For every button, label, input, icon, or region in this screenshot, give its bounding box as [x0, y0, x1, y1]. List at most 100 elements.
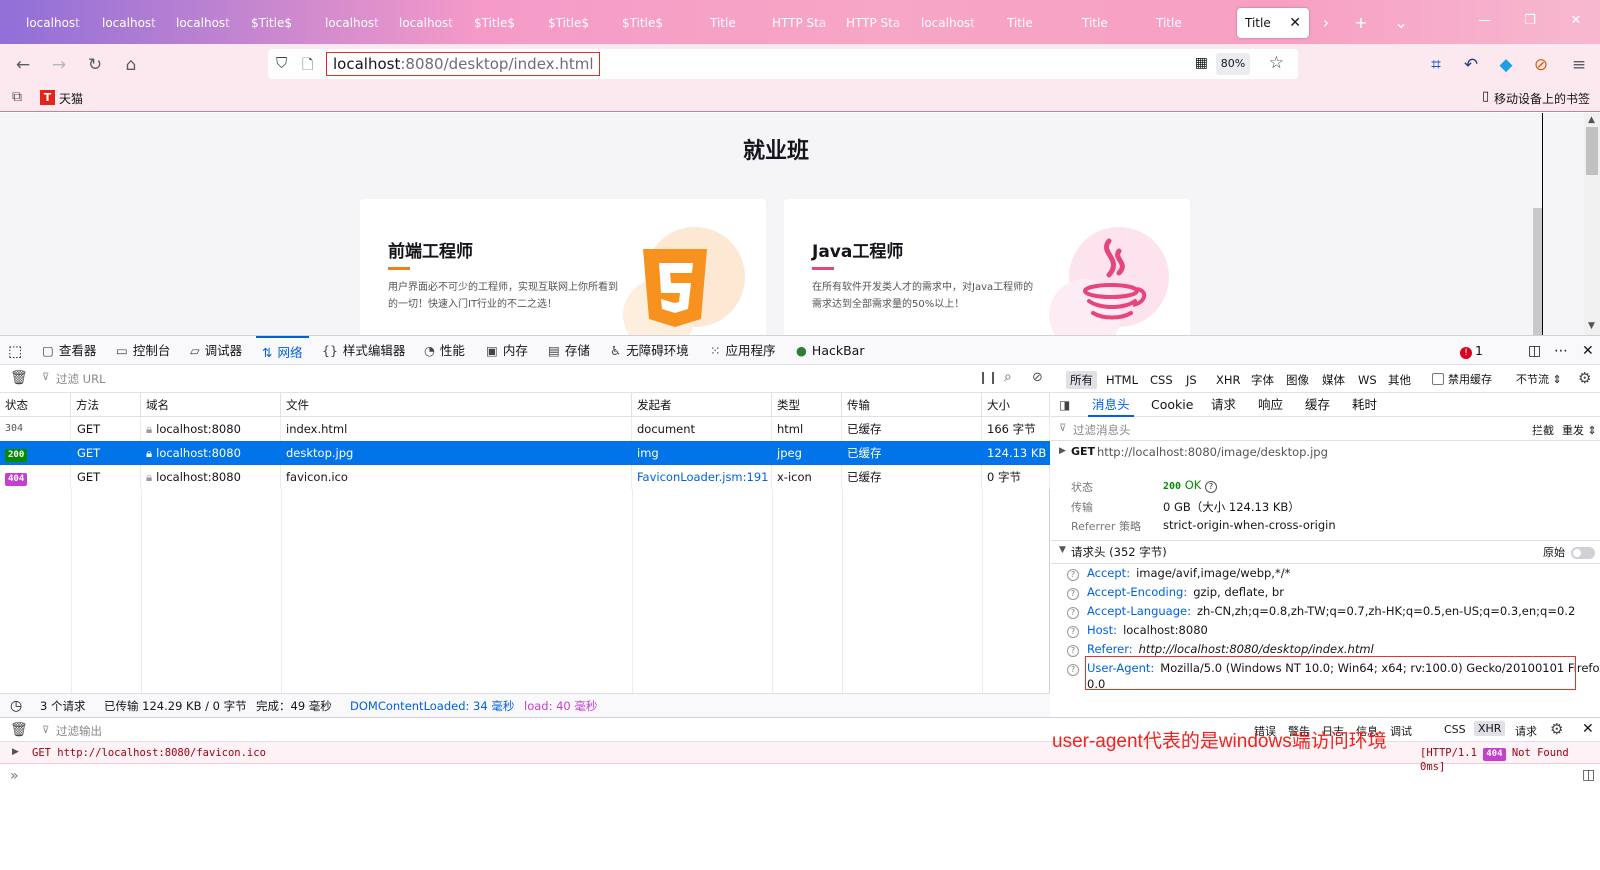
col-type[interactable]: 类型 [772, 393, 842, 417]
header-row[interactable]: ? Accept-Language: zh-CN,zh;q=0.8,zh-TW;q=… [1067, 602, 1575, 620]
col-status[interactable]: 状态 [0, 393, 71, 417]
details-tab-response[interactable]: 响应 [1258, 393, 1283, 417]
collapse-arrow-icon[interactable]: ▼ [1059, 545, 1066, 555]
table-row[interactable]: 304 GET 🔒︎ localhost:8080 index.html docu… [0, 417, 1050, 441]
extension-icon[interactable]: ◆ [1493, 52, 1519, 78]
help-icon[interactable]: ? [1067, 607, 1079, 619]
console-settings-gear-icon[interactable]: ⚙ [1550, 720, 1563, 738]
filter-html[interactable]: HTML [1102, 371, 1142, 389]
search-icon[interactable]: ⌕ [1004, 369, 1012, 385]
details-tab-cookie[interactable]: Cookie [1151, 393, 1193, 417]
devtools-tab-memory[interactable]: ▣ 内存 [486, 336, 528, 366]
filter-ws[interactable]: WS [1354, 371, 1381, 389]
new-tab-icon[interactable]: + [1348, 10, 1374, 36]
zoom-level[interactable]: 80% [1216, 53, 1250, 75]
scroll-down-icon[interactable]: ▼ [1588, 321, 1595, 331]
filter-other[interactable]: 其他 [1384, 371, 1415, 389]
url-bar[interactable]: ⛉ 🗋 localhost:8080/desktop/index.html ▦ … [268, 49, 1298, 79]
clear-console-trash-icon[interactable]: 🗑 [10, 722, 28, 738]
devtools-tab-console[interactable]: ▭ 控制台 [116, 336, 170, 366]
scroll-thumb[interactable] [1586, 127, 1598, 175]
split-console-icon[interactable]: ◫ [1582, 767, 1595, 783]
help-icon[interactable]: ? [1067, 626, 1079, 638]
qr-code-icon[interactable]: ▦ [1195, 55, 1208, 71]
details-tab-request[interactable]: 请求 [1211, 393, 1236, 417]
dock-side-icon[interactable]: ◫ [1528, 336, 1541, 366]
console-prompt-icon[interactable]: » [10, 768, 19, 784]
course-card-java[interactable]: Java工程师 在所有软件开发类人才的需求中，对Java工程师的需求达到全部需求… [784, 199, 1190, 335]
help-icon[interactable]: ? [1067, 664, 1079, 676]
scroll-up-icon[interactable]: ▲ [1588, 115, 1595, 125]
cat-requests[interactable]: 请求 [1515, 723, 1537, 739]
browser-tab[interactable]: localhost [14, 8, 88, 38]
blocker-extension-icon[interactable]: ⊘ [1528, 52, 1554, 78]
block-icon[interactable]: ⊘ [1032, 370, 1043, 385]
devtools-tab-network[interactable]: ⇅ 网络 [256, 336, 309, 366]
url-text[interactable]: localhost:8080/desktop/index.html [326, 52, 601, 76]
raw-toggle[interactable] [1571, 547, 1595, 559]
col-method[interactable]: 方法 [71, 393, 141, 417]
clear-trash-icon[interactable]: 🗑 [10, 370, 28, 386]
reload-icon[interactable]: ↻ [82, 52, 108, 78]
header-row[interactable]: ? Host: localhost:8080 [1067, 621, 1208, 639]
toggle-panel-icon[interactable]: ◨ [1059, 393, 1070, 417]
close-tab-icon[interactable]: ✕ [1289, 8, 1301, 38]
undo-extension-icon[interactable]: ↶ [1458, 52, 1484, 78]
table-row[interactable]: 404 GET 🔒︎ localhost:8080 favicon.ico Fav… [0, 465, 1050, 489]
pause-icon[interactable]: ❙❙ [978, 370, 998, 384]
devtools-tab-inspector[interactable]: ▢ 查看器 [42, 336, 96, 366]
header-row[interactable]: ? Accept: image/avif,image/webp,*/* [1067, 564, 1290, 582]
cat-css[interactable]: CSS [1444, 723, 1466, 736]
close-console-icon[interactable]: ✕ [1582, 721, 1594, 737]
shield-icon[interactable]: ⛉ [276, 54, 287, 72]
forward-icon[interactable]: → [46, 52, 72, 78]
filter-headers-input[interactable]: 过滤消息头 [1073, 422, 1131, 438]
devtools-tab-performance[interactable]: ◔ 性能 [424, 336, 465, 366]
bookmark-tmall[interactable]: 天猫 [59, 90, 83, 107]
col-file[interactable]: 文件 [281, 393, 632, 417]
cell-initiator-link[interactable]: FaviconLoader.jsm:191 ... [632, 465, 772, 489]
element-picker-icon[interactable]: ⬚ [8, 336, 22, 366]
resend-button[interactable]: 重发 ⇕ [1562, 422, 1597, 438]
close-devtools-icon[interactable]: ✕ [1582, 336, 1594, 366]
page-scrollbar[interactable]: ▲ ▼ [1584, 113, 1600, 335]
network-settings-gear-icon[interactable]: ⚙ [1578, 369, 1591, 387]
col-initiator[interactable]: 发起者 [632, 393, 772, 417]
browser-tab[interactable]: HTTP Sta [834, 8, 908, 38]
filter-xhr[interactable]: XHR [1212, 371, 1245, 389]
browser-tab[interactable]: $Title$ [462, 8, 536, 38]
details-tab-timings[interactable]: 耗时 [1352, 393, 1377, 417]
list-tabs-icon[interactable]: ⌄ [1388, 10, 1414, 36]
filter-css[interactable]: CSS [1146, 371, 1177, 389]
devtools-tab-application[interactable]: ⁙ 应用程序 [710, 336, 776, 366]
col-size[interactable]: 大小 [982, 393, 1050, 417]
bookmark-star-icon[interactable]: ☆ [1269, 53, 1284, 73]
devtools-tab-style-editor[interactable]: {} 样式编辑器 [322, 336, 405, 366]
devtools-tab-accessibility[interactable]: ♿ 无障碍环境 [610, 336, 689, 366]
browser-tab[interactable]: localhost [313, 8, 387, 38]
mobile-bookmarks-folder[interactable]: 移动设备上的书签 [1494, 90, 1590, 107]
back-icon[interactable]: ← [10, 52, 36, 78]
block-button[interactable]: 拦截 [1532, 422, 1554, 438]
close-window-icon[interactable]: ✕ [1556, 8, 1596, 34]
browser-tab[interactable]: HTTP Sta [760, 8, 834, 38]
filter-url-input[interactable]: 过滤 URL [56, 371, 105, 387]
expand-arrow-icon[interactable]: ▶ [1059, 446, 1066, 456]
browser-tab[interactable]: localhost [387, 8, 461, 38]
filter-js[interactable]: JS [1182, 371, 1201, 389]
details-tab-headers[interactable]: 消息头 [1088, 393, 1134, 417]
devtools-tab-debugger[interactable]: ▱ 调试器 [190, 336, 242, 366]
active-tab[interactable]: Title ✕ [1237, 8, 1309, 38]
devtools-tab-hackbar[interactable]: ● HackBar [796, 336, 864, 366]
help-icon[interactable]: ? [1067, 645, 1079, 657]
browser-tab[interactable]: $Title$ [610, 8, 684, 38]
cat-xhr[interactable]: XHR [1474, 721, 1506, 736]
table-row-selected[interactable]: 200 GET 🔒︎ localhost:8080 desktop.jpg img… [0, 441, 1050, 465]
col-domain[interactable]: 域名 [141, 393, 281, 417]
help-icon[interactable]: ? [1067, 569, 1079, 581]
extensions-puzzle-icon[interactable]: ⧉ [12, 89, 22, 105]
filter-output-input[interactable]: 过滤输出 [56, 723, 102, 739]
level-debug[interactable]: 调试 [1390, 723, 1412, 739]
disable-cache-checkbox[interactable] [1432, 373, 1444, 385]
error-counter[interactable]: ! 1 [1460, 336, 1483, 366]
